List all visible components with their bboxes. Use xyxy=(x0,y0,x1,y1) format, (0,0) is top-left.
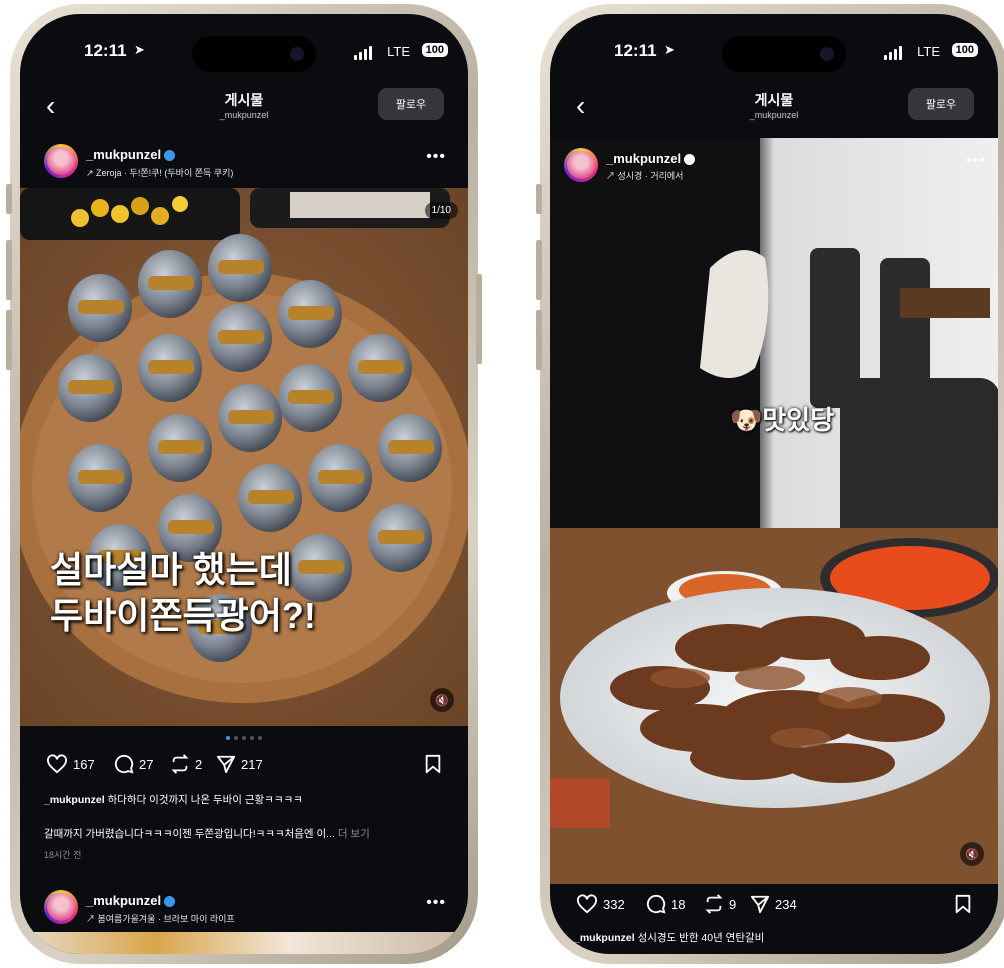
signal-icon xyxy=(884,46,902,60)
follow-button[interactable]: 팔로우 xyxy=(378,88,444,120)
more-link[interactable]: 더 보기 xyxy=(338,828,370,840)
post-author[interactable]: _mukpunzel xyxy=(86,147,176,162)
caption-continued: 갈때까지 가버렸습니다ㅋㅋㅋ이젠 두쫀광입니다!ㅋㅋㅋ처음엔 이... 더 보기 xyxy=(44,826,444,841)
action-button xyxy=(6,184,12,214)
location-label[interactable]: ↗ 성시경 · 거리에서 xyxy=(606,169,683,182)
overlay-text: 🐶맛있당 xyxy=(730,405,835,435)
follow-button[interactable]: 팔로우 xyxy=(908,88,974,120)
share-action[interactable]: 234 xyxy=(750,894,797,914)
comment-icon xyxy=(646,894,666,914)
repost-action[interactable]: 2 xyxy=(170,754,202,774)
heart-icon xyxy=(577,894,597,914)
action-bar: 167 27 2 217 xyxy=(20,754,468,780)
overlay-text-line2: 두바이쫀득광어?! xyxy=(50,595,316,636)
action-bar: 332 18 9 234 xyxy=(550,894,998,920)
save-action[interactable] xyxy=(954,894,972,919)
volume-down-button xyxy=(6,310,12,370)
image-counter-badge: 1/10 xyxy=(424,202,458,219)
repost-action[interactable]: 9 xyxy=(704,894,736,914)
post-video[interactable]: _mukpunzel ↗ 성시경 · 거리에서 ••• 🐶맛있당 🔇 xyxy=(550,138,998,884)
repost-count: 9 xyxy=(729,896,737,912)
power-button xyxy=(476,274,482,364)
heart-icon xyxy=(47,754,67,774)
location-arrow-icon: ➤ xyxy=(664,42,675,57)
like-count: 167 xyxy=(73,756,95,772)
verified-badge-icon xyxy=(164,896,176,908)
verified-badge-icon xyxy=(164,150,176,162)
comment-action[interactable]: 18 xyxy=(646,894,685,914)
network-label: LTE xyxy=(387,44,410,59)
bookmark-icon xyxy=(425,754,441,774)
status-time: 12:11 xyxy=(84,41,127,60)
avatar[interactable] xyxy=(44,890,78,924)
screen-left: 12:11 ➤ LTE 100 ‹ 게시물 _mukpunzel 팔로우 _mu… xyxy=(20,14,468,954)
caption: _mukpunzel 성시경도 반한 40년 연탄갈비 xyxy=(574,930,974,945)
video-food-image xyxy=(550,138,998,884)
post-author[interactable]: _mukpunzel xyxy=(606,151,696,166)
photo-food-image xyxy=(20,188,468,726)
battery-icon: 100 xyxy=(421,43,448,57)
repost-count: 2 xyxy=(195,756,203,772)
more-options-icon[interactable]: ••• xyxy=(966,152,986,170)
post-header: ‹ 게시물 _mukpunzel 팔로우 xyxy=(20,86,468,134)
repost-icon xyxy=(705,894,723,914)
phone-right: 12:11 ➤ LTE 100 ‹ 게시물 _mukpunzel 팔로우 _mu… xyxy=(536,4,1004,964)
location-arrow-icon: ➤ xyxy=(134,42,145,57)
action-button xyxy=(536,184,542,214)
like-action[interactable]: 332 xyxy=(576,894,625,914)
post-photo[interactable]: 1/10 설마설마 했는데 두바이쫀득광어?! 🔇 xyxy=(20,188,468,726)
caption-text: 성시경도 반한 40년 연탄갈비 xyxy=(637,932,765,944)
repost-icon xyxy=(171,754,189,774)
caption-text: 하다하다 이것까지 나온 두바이 근황ㅋㅋㅋㅋ xyxy=(107,794,303,806)
post-photo[interactable] xyxy=(20,932,468,954)
like-action[interactable]: 167 xyxy=(46,754,95,774)
more-options-icon[interactable]: ••• xyxy=(426,148,446,166)
volume-up-button xyxy=(6,240,12,300)
caption-username[interactable]: _mukpunzel xyxy=(574,932,635,944)
phone-left: 12:11 ➤ LTE 100 ‹ 게시물 _mukpunzel 팔로우 _mu… xyxy=(6,4,482,964)
carousel-indicator xyxy=(20,736,468,740)
comment-count: 18 xyxy=(671,896,686,912)
like-count: 332 xyxy=(603,896,625,912)
mute-icon[interactable]: 🔇 xyxy=(960,842,984,866)
more-options-icon[interactable]: ••• xyxy=(426,894,446,912)
caption-line2: 갈때까지 가버렸습니다ㅋㅋㅋ이젠 두쫀광입니다!ㅋㅋㅋ처음엔 이... xyxy=(44,828,335,840)
send-icon xyxy=(216,755,236,774)
verified-badge-icon xyxy=(684,154,696,166)
overlay-text-line1: 설마설마 했는데 xyxy=(50,549,292,590)
caption: _mukpunzel 하다하다 이것까지 나온 두바이 근황ㅋㅋㅋㅋ xyxy=(44,792,444,807)
screen-right: 12:11 ➤ LTE 100 ‹ 게시물 _mukpunzel 팔로우 _mu… xyxy=(550,14,998,954)
comment-icon xyxy=(114,754,134,774)
comment-action[interactable]: 27 xyxy=(114,754,153,774)
post-author[interactable]: _mukpunzel xyxy=(86,893,176,908)
bookmark-icon xyxy=(955,894,971,914)
status-bar: 12:11 ➤ LTE 100 xyxy=(550,38,998,68)
puppy-emoji-icon: 🐶 xyxy=(730,405,763,435)
battery-icon: 100 xyxy=(951,43,978,57)
volume-down-button xyxy=(536,310,542,370)
post-header: ‹ 게시물 _mukpunzel 팔로우 xyxy=(550,86,998,134)
volume-up-button xyxy=(536,240,542,300)
avatar[interactable] xyxy=(44,144,78,178)
caption-username[interactable]: _mukpunzel xyxy=(44,794,105,806)
music-label[interactable]: ↗ Zeroja · 두!쫀!쿠! (두바이 쫀득 쿠키) xyxy=(86,166,233,179)
post-time: 18시간 전 xyxy=(44,850,82,860)
send-icon xyxy=(750,895,770,914)
network-label: LTE xyxy=(917,44,940,59)
save-action[interactable] xyxy=(424,754,442,779)
status-time: 12:11 xyxy=(614,41,657,60)
signal-icon xyxy=(354,46,372,60)
comment-count: 27 xyxy=(139,756,154,772)
music-label[interactable]: ↗ 봄여름가을겨울 · 브라보 마이 라이프 xyxy=(86,912,235,925)
share-count: 234 xyxy=(775,896,797,912)
mute-icon[interactable]: 🔇 xyxy=(430,688,454,712)
share-action[interactable]: 217 xyxy=(216,754,263,774)
avatar[interactable] xyxy=(564,148,598,182)
status-bar: 12:11 ➤ LTE 100 xyxy=(20,38,468,68)
share-count: 217 xyxy=(241,756,263,772)
